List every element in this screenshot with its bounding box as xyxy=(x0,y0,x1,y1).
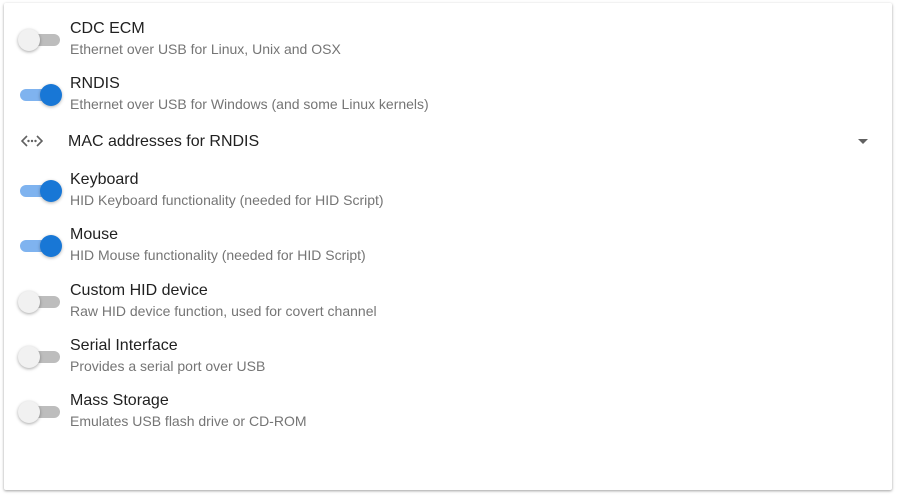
cdc-ecm-subtitle: Ethernet over USB for Linux, Unix and OS… xyxy=(70,41,341,57)
serial-interface-subtitle: Provides a serial port over USB xyxy=(70,358,266,374)
mouse-subtitle: HID Mouse functionality (needed for HID … xyxy=(70,247,366,263)
rndis-title: RNDIS xyxy=(70,75,120,92)
settings-ethernet-icon xyxy=(21,135,43,147)
function-row-cdc-ecm: CDC ECM Ethernet over USB for Linux, Uni… xyxy=(4,15,892,65)
mouse-toggle[interactable] xyxy=(20,235,62,257)
mass-storage-title: Mass Storage xyxy=(70,392,169,409)
custom-hid-toggle[interactable] xyxy=(18,291,60,313)
mac-addresses-expander[interactable]: MAC addresses for RNDIS xyxy=(4,123,892,161)
keyboard-title: Keyboard xyxy=(70,171,139,188)
serial-interface-toggle[interactable] xyxy=(18,346,60,368)
keyboard-toggle[interactable] xyxy=(20,180,62,202)
usb-functions-card: CDC ECM Ethernet over USB for Linux, Uni… xyxy=(4,3,892,490)
function-row-mouse: Mouse HID Mouse functionality (needed fo… xyxy=(4,221,892,271)
keyboard-subtitle: HID Keyboard functionality (needed for H… xyxy=(70,192,384,208)
function-row-serial: Serial Interface Provides a serial port … xyxy=(4,332,892,382)
function-row-custom-hid: Custom HID device Raw HID device functio… xyxy=(4,277,892,327)
custom-hid-title: Custom HID device xyxy=(70,282,208,299)
mass-storage-toggle[interactable] xyxy=(18,401,60,423)
serial-interface-title: Serial Interface xyxy=(70,337,178,354)
toggle-thumb xyxy=(40,235,62,257)
toggle-thumb xyxy=(40,180,62,202)
toggle-thumb xyxy=(18,291,40,313)
mac-addresses-label: MAC addresses for RNDIS xyxy=(68,133,260,150)
mass-storage-subtitle: Emulates USB flash drive or CD-ROM xyxy=(70,413,307,429)
rndis-toggle[interactable] xyxy=(20,84,62,106)
function-row-keyboard: Keyboard HID Keyboard functionality (nee… xyxy=(4,166,892,216)
caret-down-icon[interactable] xyxy=(858,139,868,144)
toggle-thumb xyxy=(40,84,62,106)
cdc-ecm-toggle[interactable] xyxy=(18,29,60,51)
custom-hid-subtitle: Raw HID device function, used for covert… xyxy=(70,303,377,319)
function-row-rndis: RNDIS Ethernet over USB for Windows (and… xyxy=(4,70,892,120)
mouse-title: Mouse xyxy=(70,226,119,243)
toggle-thumb xyxy=(18,29,40,51)
cdc-ecm-title: CDC ECM xyxy=(70,20,145,37)
toggle-thumb xyxy=(18,401,40,423)
rndis-subtitle: Ethernet over USB for Windows (and some … xyxy=(70,96,429,112)
toggle-thumb xyxy=(18,346,40,368)
function-row-mass-storage: Mass Storage Emulates USB flash drive or… xyxy=(4,387,892,437)
